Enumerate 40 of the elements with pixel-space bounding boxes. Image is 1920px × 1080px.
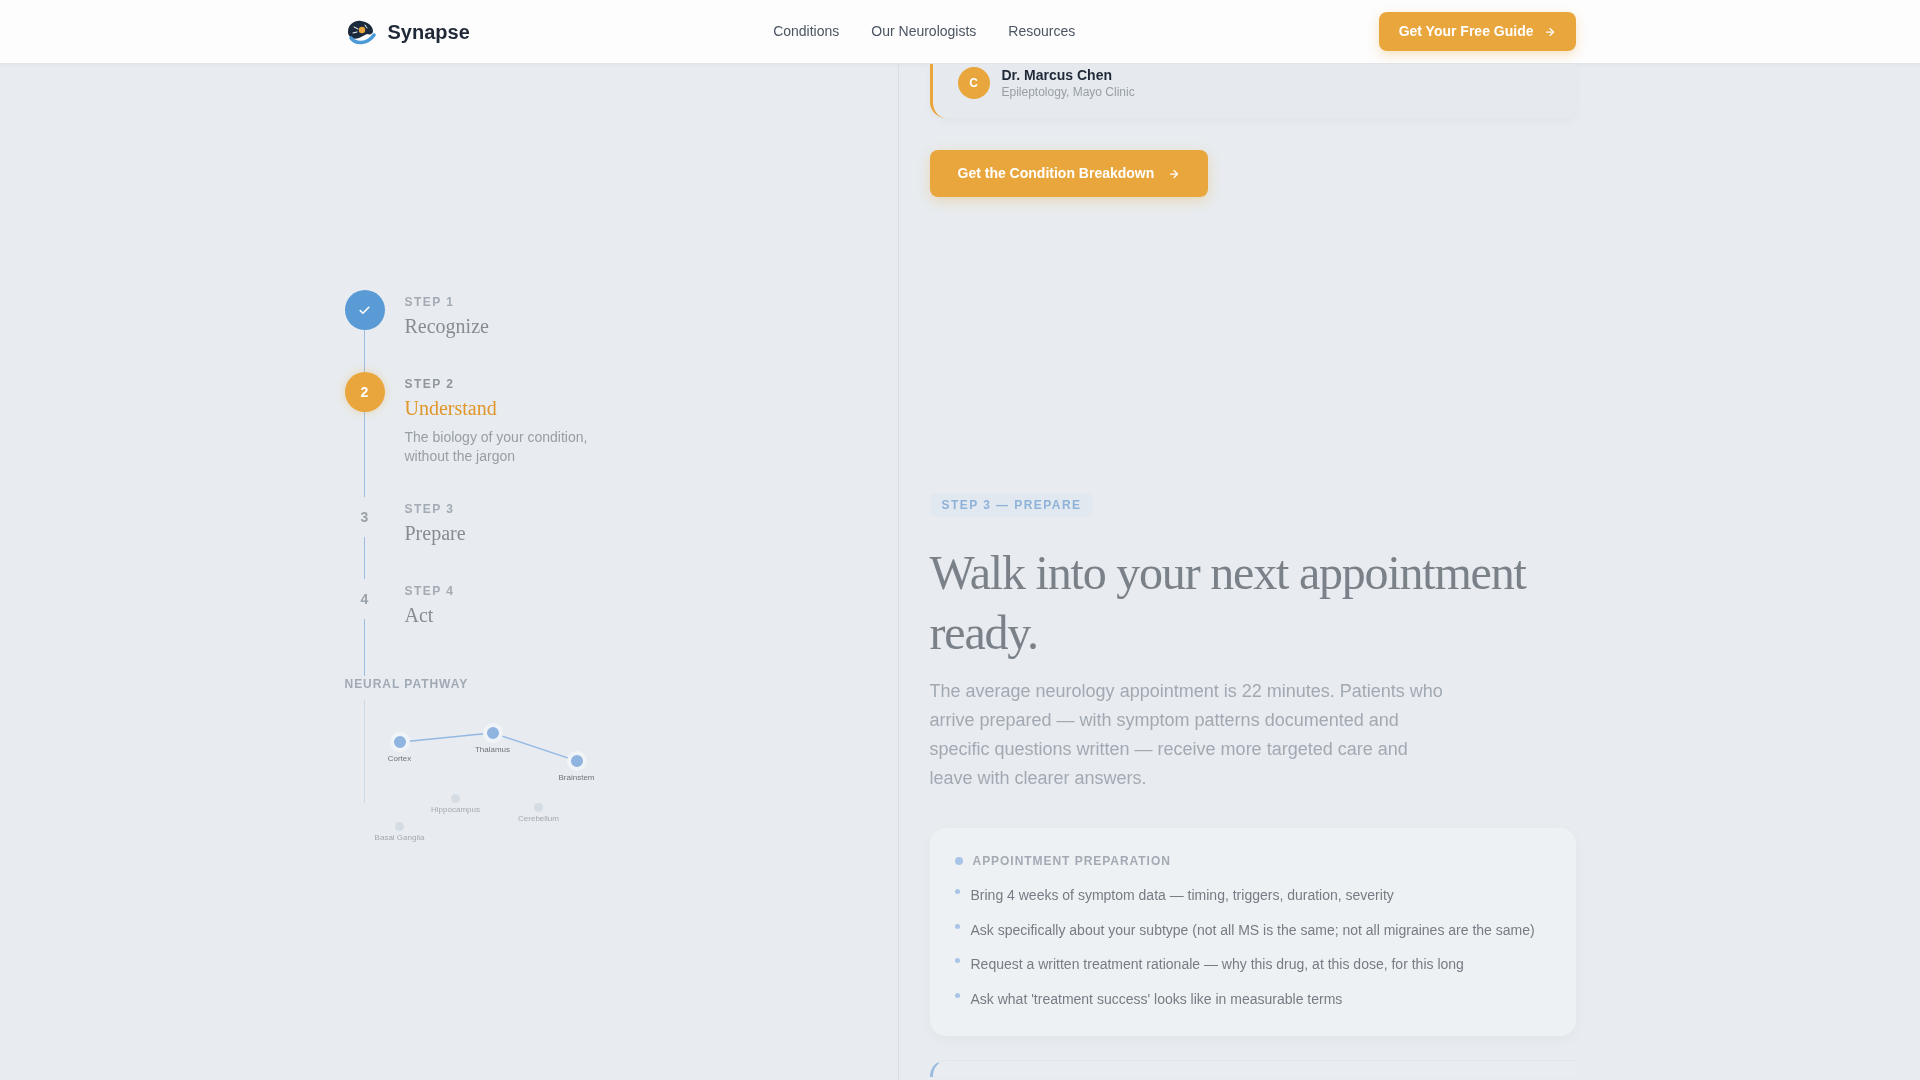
checklist-item: Request a written treatment rationale — why this drug, at this dose, for this long bbox=[970, 955, 1464, 974]
step-label: STEP 2 bbox=[404, 376, 455, 392]
brand-name[interactable]: Synapse bbox=[387, 16, 470, 47]
step-number: 2 bbox=[344, 372, 385, 412]
step-number: 4 bbox=[360, 589, 369, 609]
step-label: STEP 3 bbox=[404, 501, 455, 517]
step-title: Act bbox=[404, 603, 434, 628]
section-body: The average neurology appointment is 22 minutes. Patients who arrive prepared — with symptom patterns documented and specific questions written — receive more targeted care and leave with clearer answers. bbox=[929, 680, 1444, 790]
nav-link[interactable]: Resources bbox=[1008, 21, 1076, 42]
node-label: Basal Ganglia bbox=[374, 832, 425, 843]
expert-name: Dr. Marcus Chen bbox=[1001, 66, 1113, 84]
nav-link[interactable]: Our Neurologists bbox=[871, 21, 977, 42]
step-description: The biology of your condition, without the jargon bbox=[404, 428, 589, 465]
step-label: STEP 1 bbox=[404, 294, 455, 310]
section-heading: Walk into your next appointment ready. bbox=[929, 545, 1528, 661]
node-label: Cortex bbox=[387, 754, 412, 764]
step-number: 3 bbox=[360, 507, 369, 527]
bullet-icon bbox=[954, 992, 960, 998]
checklist-item: Ask specifically about your subtype (not all MS is the same; not all migraines are the same) bbox=[970, 920, 1535, 940]
bullet-icon bbox=[954, 958, 960, 963]
step-title: Understand bbox=[404, 396, 497, 421]
node-label: Brainstem bbox=[558, 773, 595, 783]
avatar: C bbox=[957, 67, 990, 99]
checklist-item: Ask what 'treatment success' looks like in measurable terms bbox=[970, 989, 1343, 1009]
arrow-right-icon bbox=[1168, 167, 1181, 180]
section-label: NEURAL PATHWAY bbox=[344, 676, 469, 692]
step-label: STEP 4 bbox=[404, 583, 455, 599]
checklist-item: Bring 4 weeks of symptom data — timing, triggers, duration, severity bbox=[970, 886, 1394, 905]
step-title: Prepare bbox=[404, 521, 466, 547]
bullet-icon bbox=[954, 889, 960, 894]
expert-affiliation: Epileptology, Mayo Clinic bbox=[1001, 84, 1135, 100]
step-tag: STEP 3 — PREPARE bbox=[929, 493, 1094, 517]
node-label: Thalamus bbox=[474, 745, 511, 755]
bullet-icon bbox=[954, 923, 960, 929]
step-title: Recognize bbox=[404, 314, 489, 340]
node-label: Hippocampus bbox=[431, 804, 480, 815]
card-title: APPOINTMENT PREPARATION bbox=[972, 853, 1171, 869]
arrow-right-icon bbox=[1543, 25, 1556, 38]
nav-link[interactable]: Conditions bbox=[773, 21, 840, 42]
node-label: Cerebellum bbox=[518, 813, 559, 824]
